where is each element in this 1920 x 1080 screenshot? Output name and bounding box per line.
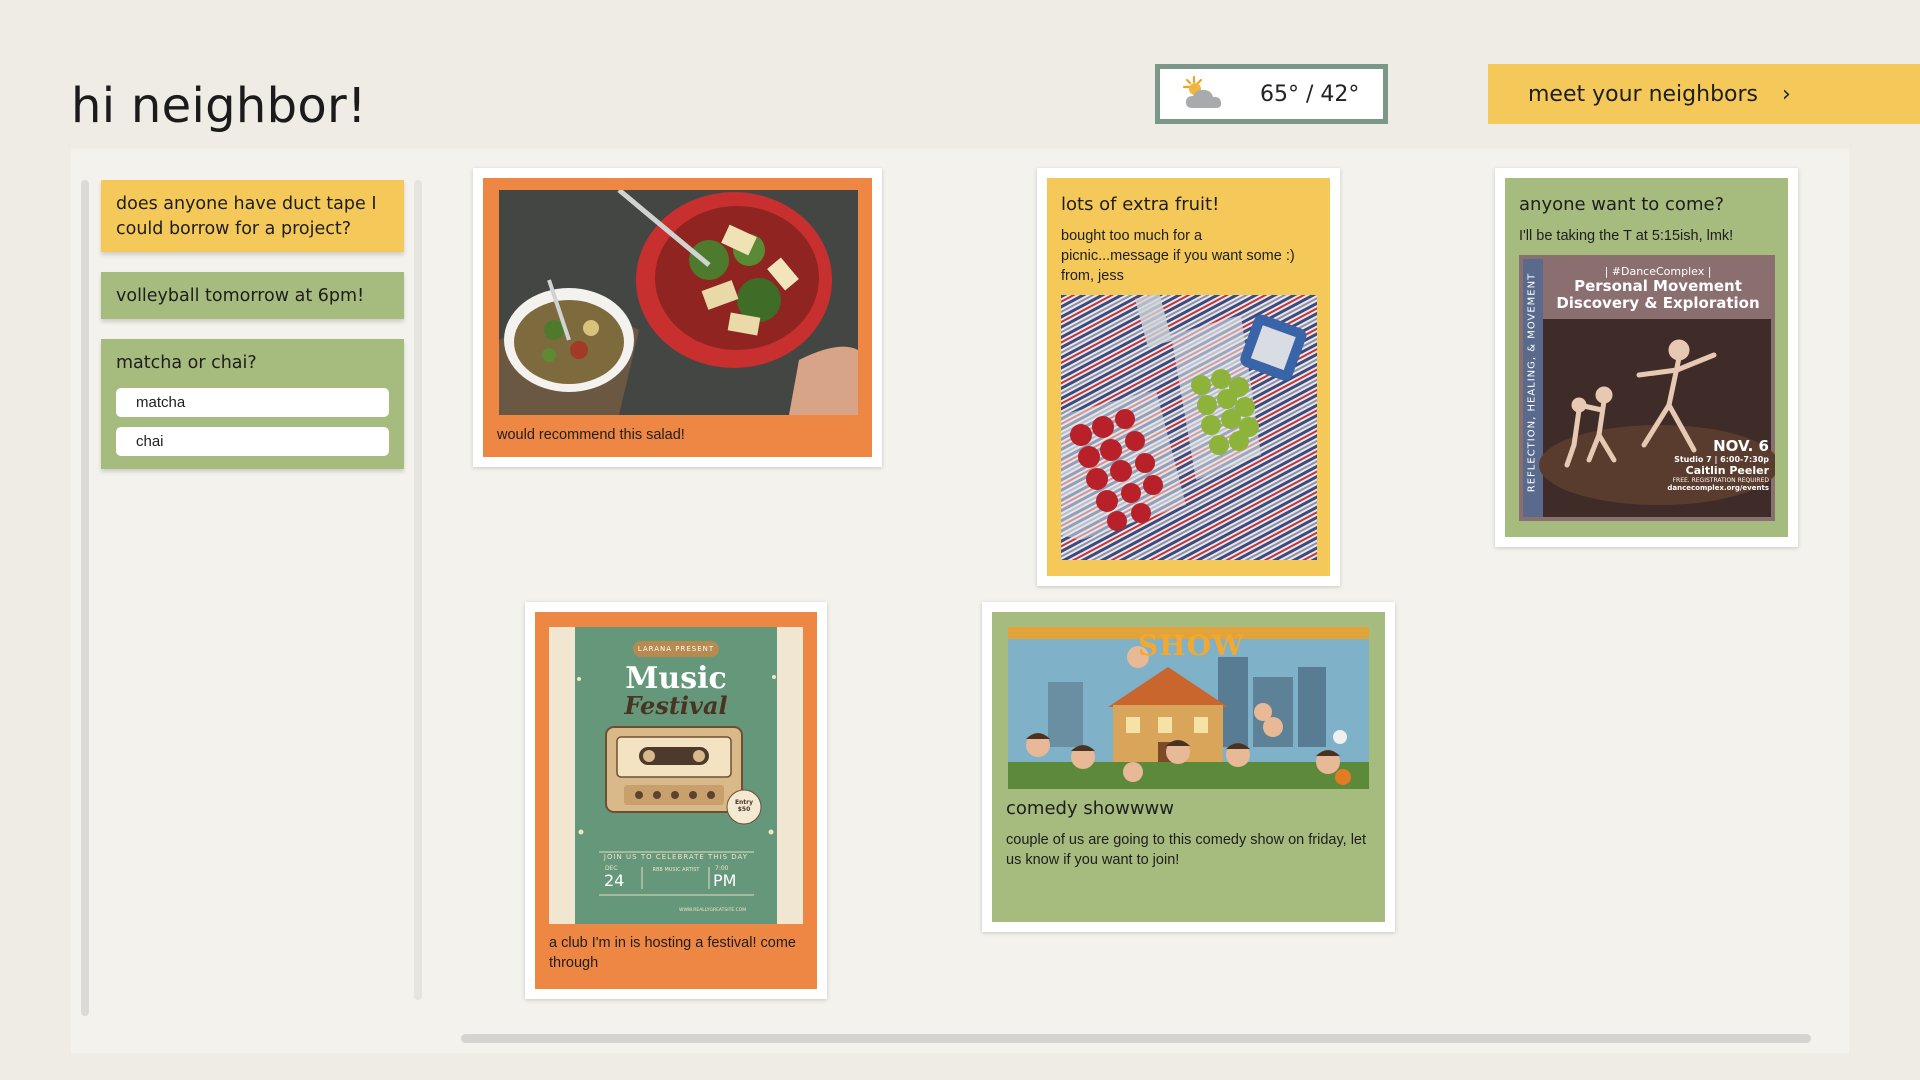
dance-poster-instructor: Caitlin Peeler xyxy=(1685,464,1769,477)
dance-poster-headline-2: Discovery & Exploration xyxy=(1556,294,1760,312)
meet-neighbors-label: meet your neighbors xyxy=(1528,81,1759,107)
chevron-right-icon: › xyxy=(1782,81,1791,107)
festival-poster-day: 24 xyxy=(604,871,625,890)
board-horizontal-scrollbar[interactable] xyxy=(461,1034,1811,1043)
comedy-poster-title: SHOW xyxy=(1138,629,1245,662)
dance-poster-date: NOV. 6 xyxy=(1713,437,1769,455)
post-dance-background: anyone want to come? I'll be taking the … xyxy=(1505,178,1788,537)
post-comedy[interactable]: SHOW comedy showwww couple of us are goi… xyxy=(982,602,1395,932)
dance-poster-time: Studio 7 | 6:00-7:30p xyxy=(1674,455,1769,464)
sidebar-divider xyxy=(414,180,422,1000)
dance-poster-site: dancecomplex.org/events xyxy=(1667,484,1769,492)
festival-poster-entry: Entry $50 xyxy=(734,799,754,813)
post-festival[interactable]: LARANA PRESENT Music Festival Entry $50 … xyxy=(525,602,827,999)
festival-poster-artist: RBB MUSIC ARTIST xyxy=(652,867,700,873)
page-title: hi neighbor! xyxy=(71,78,367,134)
comedy-poster: SHOW xyxy=(1008,627,1369,789)
meet-neighbors-button[interactable]: meet your neighbors › xyxy=(1488,64,1920,124)
dance-poster-headline-1: Personal Movement xyxy=(1574,277,1742,295)
post-fruit-background: lots of extra fruit! bought too much for… xyxy=(1047,178,1330,576)
post-salad[interactable]: would recommend this salad! xyxy=(473,168,882,467)
post-dance-body: I'll be taking the T at 5:15ish, lmk! xyxy=(1519,228,1734,244)
note-text: volleyball tomorrow at 6pm! xyxy=(116,286,365,306)
festival-poster: LARANA PRESENT Music Festival Entry $50 … xyxy=(549,627,803,924)
sidebar-scrollbar[interactable] xyxy=(81,180,89,1016)
fruit-photo xyxy=(1061,295,1317,560)
poll-matcha-chai: matcha or chai? matcha chai xyxy=(101,339,404,469)
post-dance[interactable]: anyone want to come? I'll be taking the … xyxy=(1495,168,1798,547)
weather-widget: 65° / 42° xyxy=(1155,64,1388,124)
post-salad-background: would recommend this salad! xyxy=(483,178,872,457)
post-festival-background: LARANA PRESENT Music Festival Entry $50 … xyxy=(535,612,817,989)
dance-poster-side-text: REFLECTION, HEALING, & MOVEMENT xyxy=(1526,272,1538,493)
post-fruit[interactable]: lots of extra fruit! bought too much for… xyxy=(1037,168,1340,586)
dance-poster-note: FREE. REGISTRATION REQUIRED xyxy=(1672,477,1769,484)
post-festival-caption: a club I'm in is hosting a festival! com… xyxy=(549,935,796,971)
post-dance-title: anyone want to come? xyxy=(1519,194,1725,215)
post-comedy-background: SHOW comedy showwww couple of us are goi… xyxy=(992,612,1385,922)
partly-cloudy-icon xyxy=(1180,74,1230,114)
temperature-readout: 65° / 42° xyxy=(1260,81,1360,107)
poll-option-matcha[interactable]: matcha xyxy=(116,388,389,417)
note-volleyball[interactable]: volleyball tomorrow at 6pm! xyxy=(101,272,404,319)
post-salad-caption: would recommend this salad! xyxy=(497,427,685,443)
poll-question: matcha or chai? xyxy=(116,353,257,373)
festival-poster-ampm: PM xyxy=(713,871,737,890)
dance-poster: | #DanceComplex | Personal Movement Disc… xyxy=(1519,255,1775,521)
note-duct-tape[interactable]: does anyone have duct tape I could borro… xyxy=(101,180,404,252)
post-fruit-body: bought too much for a picnic...message i… xyxy=(1061,228,1295,284)
note-text: does anyone have duct tape I could borro… xyxy=(116,194,377,239)
festival-poster-tagline: JOIN US TO CELEBRATE THIS DAY xyxy=(603,853,749,861)
post-fruit-title: lots of extra fruit! xyxy=(1061,194,1220,215)
post-comedy-body: couple of us are going to this comedy sh… xyxy=(1006,832,1367,868)
poll-option-chai[interactable]: chai xyxy=(116,427,389,456)
salad-photo xyxy=(499,190,858,415)
post-comedy-title: comedy showwww xyxy=(1006,798,1175,819)
festival-poster-site: WWW.REALLYGREATSITE.COM xyxy=(679,908,747,913)
